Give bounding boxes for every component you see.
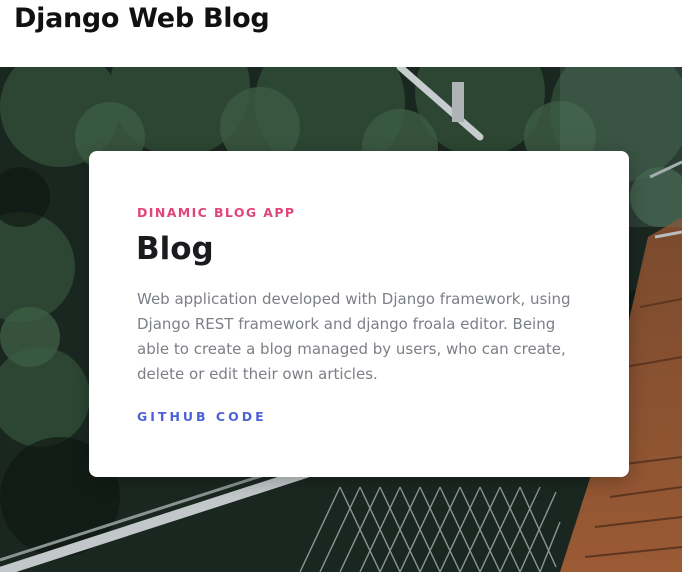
site-title: Django Web Blog xyxy=(14,3,270,34)
project-card: DINAMIC BLOG APP Blog Web application de… xyxy=(89,151,629,477)
project-category: DINAMIC BLOG APP xyxy=(137,205,296,220)
project-description: Web application developed with Django fr… xyxy=(137,290,571,383)
page-header: Django Web Blog xyxy=(0,0,682,67)
hero-section: DINAMIC BLOG APP Blog Web application de… xyxy=(0,67,682,572)
project-title: Blog xyxy=(136,231,214,267)
github-code-link[interactable]: GITHUB CODE xyxy=(137,409,267,424)
